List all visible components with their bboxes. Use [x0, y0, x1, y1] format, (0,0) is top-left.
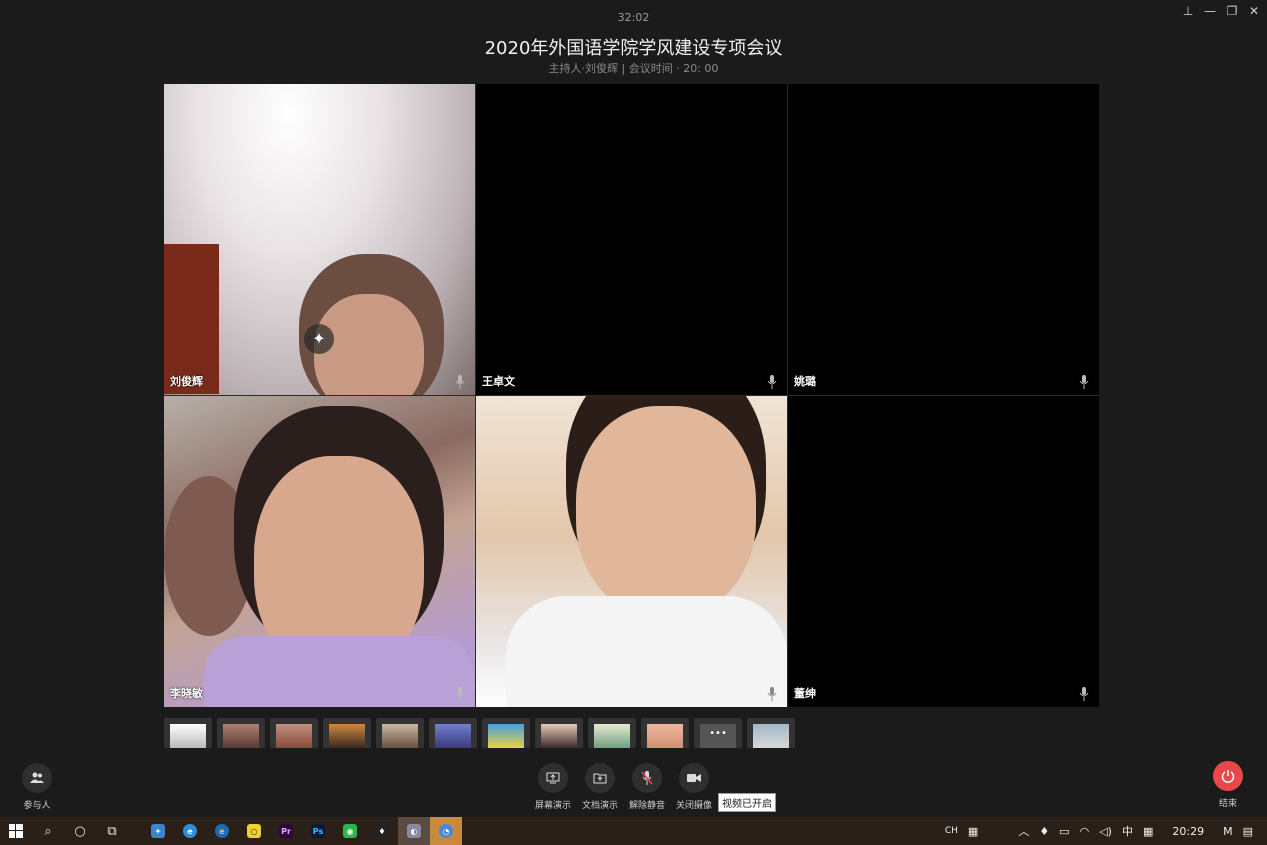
- beauty-filter-icon[interactable]: ✦: [304, 324, 334, 354]
- participant-thumbnail[interactable]: [164, 718, 212, 748]
- participant-name: 王卓文: [482, 375, 515, 388]
- input-grid-icon[interactable]: ▦: [1143, 825, 1153, 838]
- unmute-button[interactable]: 解除静音: [629, 763, 666, 811]
- participant-name: 董绅: [794, 687, 816, 700]
- participant-thumbnail[interactable]: [588, 718, 636, 748]
- video-tile[interactable]: 李晓敏: [164, 396, 475, 707]
- search-icon[interactable]: ⌕: [32, 817, 64, 845]
- participant-thumbnail[interactable]: [641, 718, 689, 748]
- restore-icon[interactable]: ❐: [1225, 3, 1239, 19]
- camera-tooltip: 视频已开启: [718, 793, 776, 812]
- video-tile[interactable]: 董绅: [788, 396, 1099, 707]
- volume-icon[interactable]: ◁): [1099, 825, 1112, 838]
- mic-icon: [455, 375, 465, 389]
- participant-name: 李晓敏: [170, 687, 203, 700]
- participant-name: 刘俊辉: [170, 375, 203, 388]
- task-view-icon[interactable]: ⧉: [96, 817, 128, 845]
- doc-share-button[interactable]: 文档演示: [582, 763, 619, 811]
- participant-thumbnail[interactable]: [217, 718, 265, 748]
- participant-name: 姚璐: [794, 375, 816, 388]
- video-feed: [476, 396, 787, 707]
- unmute-label: 解除静音: [629, 801, 666, 811]
- taskbar-app-bird-icon[interactable]: ✦: [142, 817, 174, 845]
- action-center-icon[interactable]: ▤: [1243, 825, 1253, 838]
- ime-indicator[interactable]: CH: [945, 826, 958, 836]
- clock[interactable]: 20:29: [1172, 825, 1204, 838]
- taskbar-edge-icon[interactable]: e: [174, 817, 206, 845]
- mic-icon: [767, 375, 777, 389]
- windows-taskbar: ⌕ ○ ⧉ ✦ e e ○ Pr Ps ◉ ♦ ◐ ◔ CH ▦ ︿ ♦ ▭ ◠…: [0, 817, 1267, 845]
- mic-icon: [455, 687, 465, 701]
- pin-icon[interactable]: ⊥: [1181, 3, 1195, 19]
- keyboard-grid-icon[interactable]: ▦: [968, 825, 978, 838]
- show-hidden-icons-icon[interactable]: ︿: [1018, 823, 1029, 839]
- meeting-window: 32:02 2020年外国语学院学风建设专项会议 主持人·刘俊辉 | 会议时间 …: [0, 0, 1267, 817]
- minimize-icon[interactable]: —: [1203, 3, 1217, 19]
- participant-thumbnail[interactable]: [323, 718, 371, 748]
- screen-share-label: 屏幕演示: [535, 801, 572, 811]
- end-label: 结束: [1218, 799, 1237, 809]
- mic-icon: [1079, 375, 1089, 389]
- camera-label: 关闭摄像: [676, 801, 713, 811]
- participants-label: 参与人: [23, 801, 51, 811]
- taskbar-qq-icon[interactable]: ♦: [366, 817, 398, 845]
- meeting-timer: 32:02: [617, 11, 650, 24]
- taskbar-meeting-app-icon[interactable]: ◐: [398, 817, 430, 845]
- camera-icon: [679, 763, 709, 793]
- taskbar-notes-icon[interactable]: ○: [238, 817, 270, 845]
- power-icon: [1213, 761, 1243, 791]
- participant-thumbnail[interactable]: [482, 718, 530, 748]
- participant-thumbnail[interactable]: [747, 718, 795, 748]
- meeting-toolbar: 屏幕演示 文档演示 解除静音 关闭摄像: [535, 763, 713, 811]
- video-tile[interactable]: 姚璐: [788, 84, 1099, 395]
- taskbar-wechat-icon[interactable]: ◉: [334, 817, 366, 845]
- participant-thumbnail[interactable]: [535, 718, 583, 748]
- doc-share-label: 文档演示: [582, 801, 619, 811]
- wifi-icon[interactable]: ◠: [1080, 825, 1090, 838]
- participant-thumbnail[interactable]: [429, 718, 477, 748]
- video-tile[interactable]: ✦ 刘俊辉: [164, 84, 475, 395]
- participants-button[interactable]: 参与人: [22, 763, 52, 811]
- qq-tray-icon[interactable]: ♦: [1039, 825, 1049, 838]
- screen-share-button[interactable]: 屏幕演示: [535, 763, 572, 811]
- participant-thumbnail[interactable]: •••: [694, 718, 742, 748]
- windows-start-icon[interactable]: [0, 817, 32, 845]
- muted-mic-icon: [632, 763, 662, 793]
- participant-thumbnail-strip: •••: [164, 718, 795, 748]
- video-grid: ✦ 刘俊辉 王卓文 姚璐 李晓敏 董绅: [164, 84, 1099, 707]
- cortana-icon[interactable]: ○: [64, 817, 96, 845]
- video-tile[interactable]: 王卓文: [476, 84, 787, 395]
- document-icon: [585, 763, 615, 793]
- participant-thumbnail[interactable]: [376, 718, 424, 748]
- participant-thumbnail[interactable]: [270, 718, 318, 748]
- taskbar-ie-icon[interactable]: e: [206, 817, 238, 845]
- end-meeting-button[interactable]: 结束: [1213, 761, 1243, 809]
- taskbar-photoshop-icon[interactable]: Ps: [302, 817, 334, 845]
- mic-icon: [767, 687, 777, 701]
- close-icon[interactable]: ✕: [1247, 3, 1261, 19]
- taskbar-premiere-icon[interactable]: Pr: [270, 817, 302, 845]
- video-tile[interactable]: 张成: [476, 396, 787, 707]
- video-feed: [164, 396, 475, 707]
- battery-icon[interactable]: ▭: [1059, 825, 1069, 838]
- camera-button[interactable]: 关闭摄像: [676, 763, 713, 811]
- people-icon: [22, 763, 52, 793]
- notification-badge-icon[interactable]: M: [1223, 825, 1233, 838]
- window-controls: ⊥ — ❐ ✕: [1181, 3, 1261, 19]
- system-tray: CH ▦ ︿ ♦ ▭ ◠ ◁) 中 ▦ 20:29 M ▤: [940, 817, 1267, 845]
- meeting-title: 2020年外国语学院学风建设专项会议: [484, 38, 783, 59]
- mic-icon: [1079, 687, 1089, 701]
- language-indicator[interactable]: 中: [1122, 823, 1133, 839]
- screen-share-icon: [538, 763, 568, 793]
- meeting-subtitle: 主持人·刘俊辉 | 会议时间 · 20: 00: [548, 62, 719, 75]
- taskbar-tencent-meeting-icon[interactable]: ◔: [430, 817, 462, 845]
